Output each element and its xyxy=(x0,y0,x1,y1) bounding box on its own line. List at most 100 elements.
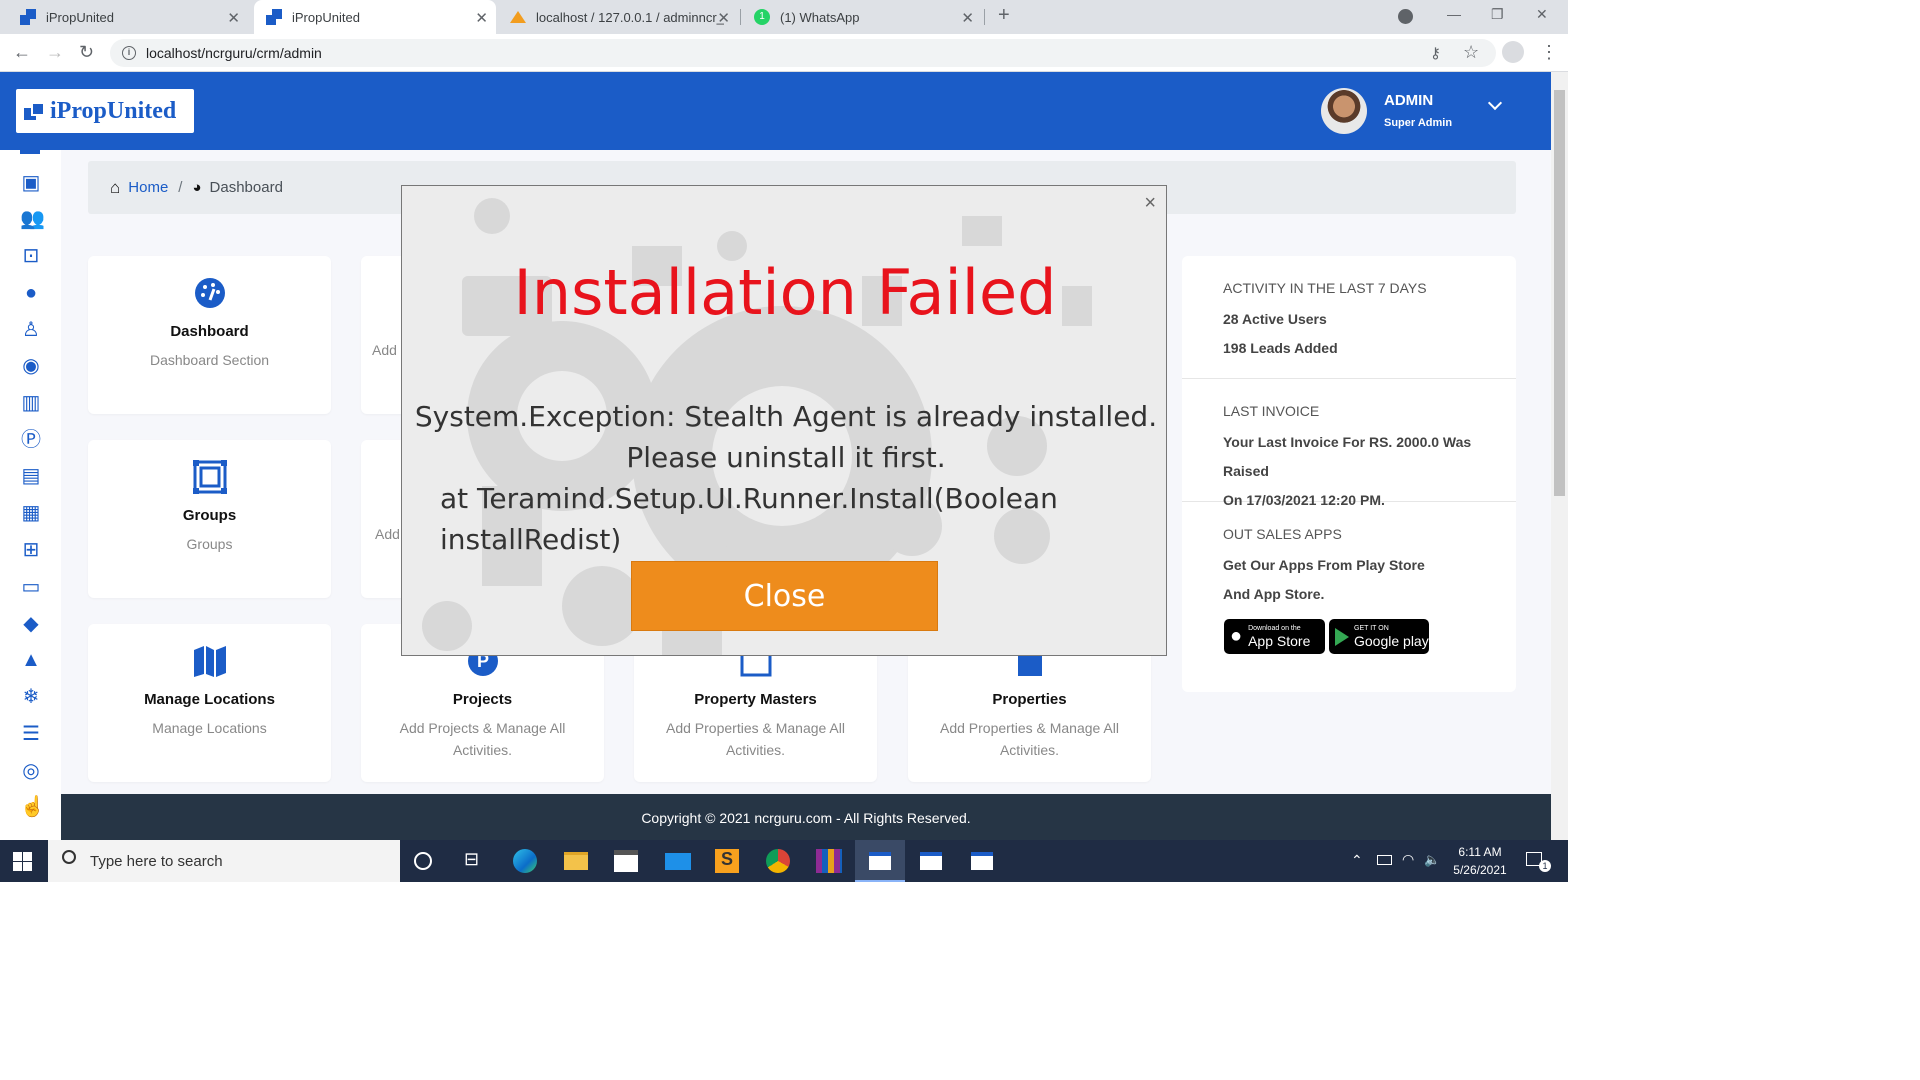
sidebar-gift-icon[interactable]: ⊞ xyxy=(20,540,42,560)
browser-tab[interactable]: iPropUnited ✕ xyxy=(8,0,248,34)
badge-small-text: Download on the xyxy=(1248,624,1301,632)
iprop-favicon-icon xyxy=(20,9,36,25)
copyright-text: Copyright © 2021 ncrguru.com - All Right… xyxy=(641,810,971,826)
browser-toolbar: ← → ↻ i localhost/ncrguru/crm/admin ⚷ ☆ … xyxy=(0,34,1568,72)
browser-tab[interactable]: localhost / 127.0.0.1 / adminncr_ ✕ xyxy=(498,0,738,34)
sidebar-parking-icon[interactable]: Ⓟ xyxy=(20,430,42,450)
sidebar-menu-icon[interactable] xyxy=(20,150,40,154)
app-header: iPropUnited ADMIN Super Admin xyxy=(0,72,1551,150)
scrollbar-thumb[interactable] xyxy=(1554,90,1565,496)
card-subtitle: Add Properties & Manage All Activities. xyxy=(666,720,845,758)
card-groups[interactable]: Groups Groups xyxy=(88,440,331,598)
sidebar-groups-icon[interactable]: ⊡ xyxy=(20,246,42,266)
tray-chevron-up-icon[interactable]: ⌃ xyxy=(1351,852,1363,869)
dialog-close-icon[interactable]: × xyxy=(1144,192,1156,215)
badge-big-text: App Store xyxy=(1248,632,1311,649)
chrome-icon[interactable] xyxy=(766,849,790,873)
sidebar-snowflake-icon[interactable]: ❄ xyxy=(20,687,42,707)
notification-count: 1 xyxy=(1539,860,1551,872)
restore-icon[interactable]: ❐ xyxy=(1491,6,1504,23)
invoice-line: On 17/03/2021 12:20 PM. xyxy=(1223,492,1385,508)
logo[interactable]: iPropUnited xyxy=(16,89,194,133)
back-icon[interactable]: ← xyxy=(13,42,31,63)
browser-tab[interactable]: 1 (1) WhatsApp ✕ xyxy=(742,0,982,34)
sidebar-list-icon[interactable]: ☰ xyxy=(20,724,42,744)
task-view-icon[interactable]: ⊟ xyxy=(464,849,490,873)
battery-icon[interactable] xyxy=(1377,855,1392,865)
minimize-icon[interactable]: — xyxy=(1447,6,1461,22)
logo-mark-icon xyxy=(24,100,46,122)
sidebar-dashboard-icon[interactable]: ▣ xyxy=(20,173,42,193)
breadcrumb-home-link[interactable]: Home xyxy=(128,179,168,196)
app-window-icon[interactable] xyxy=(920,852,942,870)
sidebar-calendar-icon[interactable]: ▤ xyxy=(20,466,42,486)
tab-close-icon[interactable]: ✕ xyxy=(961,9,974,27)
card-subtitle: Add Properties & Manage All Activities. xyxy=(940,720,1119,758)
browser-menu-icon[interactable]: ⋮ xyxy=(1540,42,1558,63)
sidebar-tag-icon[interactable]: ◆ xyxy=(20,614,42,634)
app-store-badge[interactable]: ● Download on the App Store xyxy=(1224,619,1325,654)
card-manage-locations[interactable]: Manage Locations Manage Locations xyxy=(88,624,331,782)
app-window-icon[interactable] xyxy=(971,852,993,870)
address-bar[interactable]: i localhost/ncrguru/crm/admin xyxy=(110,39,1496,67)
reload-icon[interactable]: ↻ xyxy=(79,42,94,63)
store-icon[interactable] xyxy=(614,850,638,872)
windows-start-icon[interactable] xyxy=(13,852,32,871)
sidebar-account-icon[interactable]: ◉ xyxy=(20,356,42,376)
user-name[interactable]: ADMIN xyxy=(1384,92,1433,109)
windows-taskbar: Type here to search ⊟ S ⌃ ◠ 🔈 6:11 AM 5/… xyxy=(0,840,1568,882)
taskbar-search-box[interactable]: Type here to search xyxy=(48,840,400,882)
map-icon xyxy=(193,646,226,677)
badge-big-text: Google play xyxy=(1354,632,1429,649)
sidebar-eye-icon[interactable]: ◎ xyxy=(20,761,42,781)
page-scrollbar[interactable] xyxy=(1551,72,1568,840)
winrar-icon[interactable] xyxy=(816,849,842,873)
info-panel: ACTIVITY IN THE LAST 7 DAYS 28 Active Us… xyxy=(1182,256,1516,692)
sidebar-map-icon[interactable]: ▥ xyxy=(20,393,42,413)
iprop-favicon-icon xyxy=(266,9,282,25)
tab-search-icon[interactable] xyxy=(1398,9,1413,24)
card-subtitle: Groups xyxy=(186,536,233,552)
volume-icon[interactable]: 🔈 xyxy=(1424,852,1440,868)
edge-icon[interactable] xyxy=(513,849,537,873)
tab-close-icon[interactable]: ✕ xyxy=(717,9,730,27)
cortana-icon[interactable] xyxy=(414,852,432,870)
browser-tab-title: iPropUnited xyxy=(292,9,360,25)
apple-icon: ● xyxy=(1230,625,1243,647)
invoice-heading: LAST INVOICE xyxy=(1223,403,1320,419)
google-play-badge[interactable]: GET IT ON Google play xyxy=(1329,619,1429,654)
bookmark-star-icon[interactable]: ☆ xyxy=(1463,42,1479,63)
tab-close-icon[interactable]: ✕ xyxy=(227,9,240,27)
sidebar-card-icon[interactable]: ▭ xyxy=(20,577,42,597)
dialog-message: System.Exception: Stealth Agent is alrea… xyxy=(414,400,1158,474)
clock-date[interactable]: 5/26/2021 xyxy=(1450,863,1510,877)
forward-icon[interactable]: → xyxy=(46,42,64,63)
key-icon[interactable]: ⚷ xyxy=(1430,44,1441,62)
window-close-icon[interactable]: ✕ xyxy=(1536,6,1548,23)
avatar[interactable] xyxy=(1321,88,1367,134)
close-button[interactable]: Close xyxy=(631,561,938,631)
sidebar-graduation-icon[interactable]: ▲ xyxy=(20,650,42,670)
sidebar-pointer-icon[interactable]: ☝ xyxy=(20,797,45,817)
clock-time[interactable]: 6:11 AM xyxy=(1450,845,1510,859)
card-subtitle: Add xyxy=(372,342,397,358)
mail-icon[interactable] xyxy=(665,853,691,870)
site-info-icon[interactable]: i xyxy=(122,46,136,60)
card-dashboard[interactable]: Dashboard Dashboard Section xyxy=(88,256,331,414)
sidebar-user-icon[interactable]: ● xyxy=(20,283,42,303)
tab-close-icon[interactable]: ✕ xyxy=(475,9,488,27)
sidebar-users-icon[interactable]: 👥 xyxy=(20,209,45,229)
browser-tab-active[interactable]: iPropUnited ✕ xyxy=(254,0,496,34)
sublime-text-icon[interactable]: S xyxy=(715,849,739,873)
apps-section: OUT SALES APPS Get Our Apps From Play St… xyxy=(1182,526,1516,616)
url-text: localhost/ncrguru/crm/admin xyxy=(146,45,322,61)
apps-line: Get Our Apps From Play Store xyxy=(1223,557,1425,573)
browser-tab-title: (1) WhatsApp xyxy=(780,9,860,25)
sidebar-building-icon[interactable]: ▦ xyxy=(20,503,42,523)
sidebar-agent-icon[interactable]: ♙ xyxy=(20,320,42,340)
wifi-icon[interactable]: ◠ xyxy=(1402,851,1414,868)
chevron-down-icon[interactable] xyxy=(1487,95,1503,111)
profile-icon[interactable] xyxy=(1502,41,1524,63)
new-tab-icon[interactable]: + xyxy=(998,4,1010,27)
file-explorer-icon[interactable] xyxy=(564,852,588,870)
